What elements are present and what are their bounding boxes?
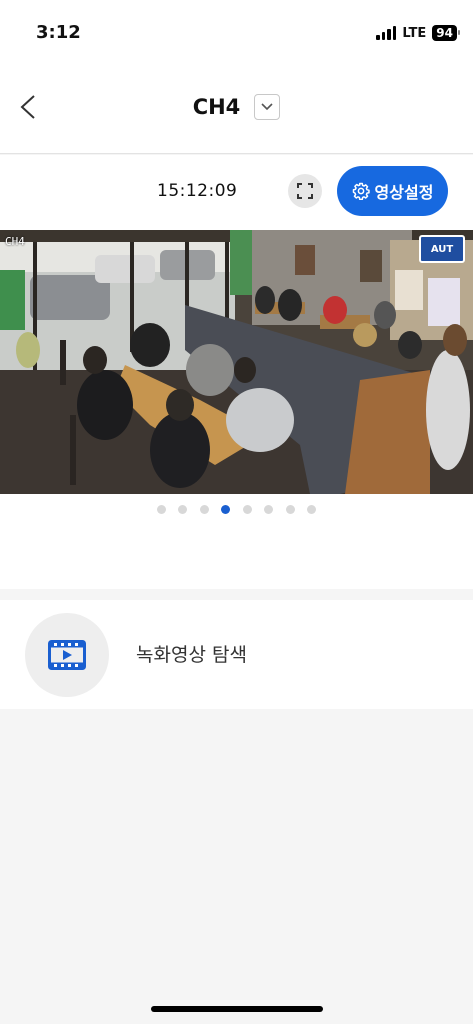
battery-icon: 94 [432, 25, 460, 41]
recorded-video-search-button[interactable]: 녹화영상 탐색 [0, 600, 473, 709]
fullscreen-icon [297, 183, 313, 199]
status-indicators: LTE 94 [376, 25, 460, 41]
page-title: CH4 [192, 95, 241, 119]
pager-dot[interactable] [264, 505, 274, 514]
network-type: LTE [402, 25, 427, 41]
pager-dots [0, 505, 473, 514]
gear-icon [352, 182, 370, 200]
channel-overlay-label: CH4 [5, 235, 25, 248]
pager-dot[interactable] [242, 505, 252, 514]
chevron-down-icon [261, 103, 273, 111]
camera-video-feed[interactable]: CH4 AUT [0, 230, 473, 494]
signal-icon [376, 26, 397, 40]
video-toolbar: 15:12:09 영상설정 [0, 155, 473, 230]
channel-pager [0, 494, 473, 589]
pager-dot[interactable] [221, 505, 231, 514]
cctv-scene-image [0, 230, 473, 494]
status-time: 3:12 [36, 22, 81, 43]
pager-dot[interactable] [178, 505, 188, 514]
video-settings-label: 영상설정 [374, 183, 434, 202]
pager-dot[interactable] [156, 505, 166, 514]
pager-dot[interactable] [285, 505, 295, 514]
video-film-icon [48, 640, 86, 670]
pager-dot[interactable] [199, 505, 209, 514]
header: CH4 [0, 68, 473, 154]
home-indicator[interactable] [151, 1006, 323, 1012]
video-settings-button[interactable]: 영상설정 [337, 166, 448, 216]
pager-dot[interactable] [307, 505, 317, 514]
camera-logo: AUT [419, 235, 465, 263]
fullscreen-button[interactable] [288, 174, 322, 208]
recorded-video-search-label: 녹화영상 탐색 [136, 644, 247, 666]
video-timestamp: 15:12:09 [157, 181, 238, 201]
status-bar: 3:12 LTE 94 [0, 0, 473, 68]
channel-dropdown-button[interactable] [254, 94, 281, 120]
record-icon-container [25, 613, 109, 697]
